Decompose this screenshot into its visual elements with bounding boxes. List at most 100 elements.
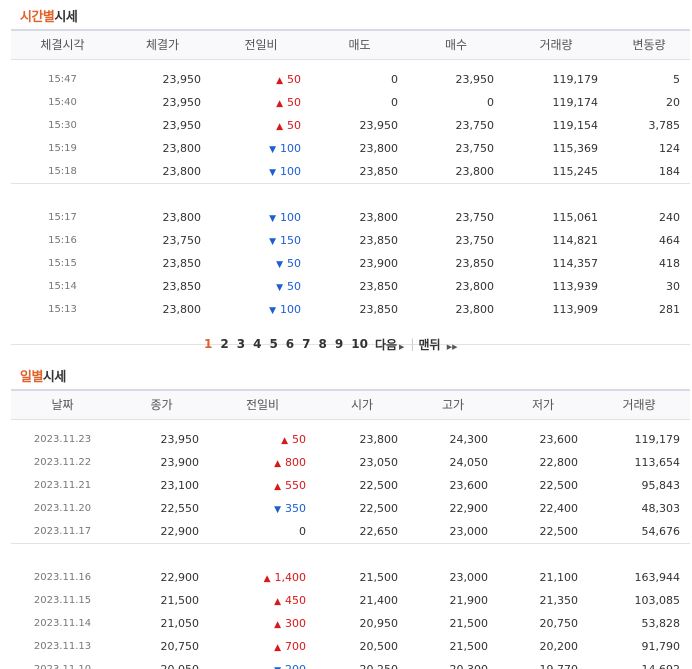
page-link[interactable]: 8 — [315, 337, 331, 351]
page-current[interactable]: 1 — [200, 337, 216, 351]
price-cell: 23,950 — [162, 96, 202, 109]
date-cell: 2023.11.20 — [33, 503, 92, 514]
change-value: 0 — [299, 524, 306, 538]
caret-down-icon: ▼ — [274, 505, 281, 515]
change-cell: ▼ 100 — [211, 160, 311, 183]
change-cell: ▲ 800 — [209, 451, 316, 474]
header-ask: 매도 — [311, 29, 408, 60]
table-row: 2023.11.1020,050▼20020,25020,30019,77014… — [11, 658, 690, 669]
page-link[interactable]: 5 — [265, 337, 281, 351]
table-row: 2023.11.22 23,900 ▲ 800 23,050 24,050 22,800 11… — [11, 451, 690, 474]
table-row: 15:47 23,950 ▲ 50 0 23,950 119,179 5 — [11, 68, 690, 91]
price-cell: 23,950 — [162, 73, 202, 86]
time-cell: 15:14 — [48, 281, 77, 292]
close-cell: 22,900 — [160, 524, 200, 538]
ask-cell: 23,800 — [359, 142, 399, 155]
volume-cell: 114,357 — [552, 257, 599, 270]
daily-section-title: 일별시세 — [20, 370, 66, 385]
page-link[interactable]: 9 — [331, 337, 347, 351]
change-value: 800 — [285, 456, 306, 469]
volume-cell: 115,245 — [552, 164, 599, 178]
table-header-row: 날짜 종가 전일비 시가 고가 저가 거래량 — [11, 389, 690, 420]
table-row: 2023.11.16 22,900 ▲ 1,400 21,500 23,000 21,100… — [11, 566, 690, 589]
caret-up-icon: ▲ — [276, 76, 283, 86]
table-row: 15:40 23,950 ▲ 50 0 0 119,174 20 — [11, 91, 690, 114]
open-cell: 22,500 — [359, 479, 399, 492]
change-cell: ▼200 — [209, 658, 316, 669]
close-cell: 20,050 — [114, 658, 209, 669]
change-cell: ▲ 50 — [209, 428, 316, 451]
change-cell: ▼ 50 — [211, 252, 311, 275]
low-cell: 23,600 — [539, 433, 579, 446]
change-cell: ▲ 50 — [211, 114, 311, 137]
volume-cell: 114,821 — [552, 234, 599, 247]
volume-cell: 119,179 — [634, 433, 681, 446]
date-cell: 2023.11.21 — [33, 480, 92, 491]
header-bid: 매수 — [408, 29, 504, 60]
page-link[interactable]: 6 — [282, 337, 298, 351]
open-cell: 20,500 — [359, 640, 399, 653]
volume-cell: 163,944 — [634, 571, 681, 584]
high-cell: 21,500 — [449, 640, 489, 653]
volume-cell: 115,369 — [552, 142, 599, 155]
delta-cell: 281 — [659, 303, 680, 316]
open-cell: 21,500 — [359, 571, 399, 584]
ask-cell: 23,950 — [359, 119, 399, 132]
table-row: 2023.11.23 23,950 ▲ 50 23,800 24,300 23,600 119… — [11, 428, 690, 451]
open-cell: 21,400 — [359, 594, 399, 607]
change-value: 300 — [285, 617, 306, 630]
volume-cell: 113,909 — [552, 303, 599, 316]
low-cell: 22,800 — [539, 456, 579, 469]
table-header-row: 체결시각 체결가 전일비 매도 매수 거래량 변동량 — [11, 29, 690, 60]
time-cell: 15:19 — [48, 143, 77, 154]
delta-cell: 5 — [673, 73, 680, 86]
bid-cell: 23,750 — [455, 119, 495, 132]
change-value: 50 — [292, 433, 306, 446]
high-cell: 21,500 — [449, 617, 489, 630]
caret-down-icon: ▼ — [276, 283, 283, 293]
high-cell: 23,600 — [449, 479, 489, 492]
date-cell: 2023.11.15 — [33, 595, 92, 606]
bid-cell: 23,950 — [455, 73, 495, 86]
next-page-link[interactable]: 다음 ▶ — [372, 336, 409, 353]
date-cell: 2023.11.14 — [33, 618, 92, 629]
change-value: 100 — [280, 164, 301, 178]
row-separator — [11, 182, 690, 206]
time-cell: 15:13 — [48, 304, 77, 315]
change-value: 200 — [285, 663, 306, 669]
volume-cell: 113,939 — [552, 280, 599, 293]
table-row: 15:19 23,800 ▼ 100 23,800 23,750 115,369 124 — [11, 137, 690, 160]
row-separator — [11, 419, 690, 428]
change-cell: ▼ 100 — [211, 298, 311, 321]
volume-cell: 119,154 — [552, 119, 599, 132]
low-cell: 22,500 — [539, 479, 579, 492]
change-cell: ▼ 350 — [209, 497, 316, 520]
time-cell: 15:18 — [48, 165, 77, 177]
header-volume: 거래량 — [504, 29, 608, 60]
header-open: 시가 — [316, 389, 408, 420]
date-cell: 2023.11.23 — [33, 434, 92, 445]
page-link[interactable]: 2 — [216, 337, 232, 351]
close-cell: 21,050 — [160, 617, 200, 630]
header-change: 전일비 — [211, 29, 311, 60]
table-row: 2023.11.20 22,550 ▼ 350 22,500 22,900 22,400 48… — [11, 497, 690, 520]
close-cell: 23,900 — [160, 456, 200, 469]
page-link[interactable]: 4 — [249, 337, 265, 351]
change-value: 350 — [285, 502, 306, 515]
open-cell: 22,650 — [359, 524, 399, 538]
delta-cell: 240 — [659, 211, 680, 224]
close-cell: 23,950 — [160, 433, 200, 446]
last-page-link[interactable]: 맨뒤 ▶▶ — [415, 336, 462, 353]
page-link[interactable]: 3 — [233, 337, 249, 351]
change-value: 50 — [287, 96, 301, 109]
page-link[interactable]: 7 — [298, 337, 314, 351]
row-separator — [11, 542, 690, 566]
low-cell: 21,100 — [539, 571, 579, 584]
change-value: 700 — [285, 640, 306, 653]
volume-cell: 119,179 — [552, 73, 599, 86]
table-row: 2023.11.13 20,750 ▲ 700 20,500 21,500 20,200 91… — [11, 635, 690, 658]
change-value: 150 — [280, 234, 301, 247]
caret-up-icon: ▲ — [263, 574, 271, 584]
volume-cell: 115,061 — [552, 211, 599, 224]
page-link[interactable]: 10 — [347, 337, 372, 351]
